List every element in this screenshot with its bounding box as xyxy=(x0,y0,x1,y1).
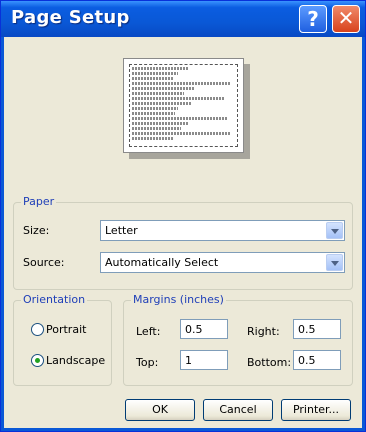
printer-button[interactable]: Printer... xyxy=(281,399,351,421)
page-setup-dialog: Page Setup ? ✕ Paper Size: Letter Source… xyxy=(0,0,366,432)
help-button[interactable]: ? xyxy=(299,5,327,33)
source-select-value: Automatically Select xyxy=(105,256,219,269)
size-select[interactable]: Letter xyxy=(100,220,345,241)
orientation-group-label: Orientation xyxy=(21,293,88,306)
paper-group: Paper Size: Letter Source: Automatically… xyxy=(13,195,353,290)
source-select[interactable]: Automatically Select xyxy=(100,252,345,273)
paper-group-label: Paper xyxy=(21,195,57,208)
margins-group: Margins (inches) Left: 0.5 Right: 0.5 To… xyxy=(123,293,353,386)
portrait-label[interactable]: Portrait xyxy=(46,323,86,336)
right-margin-input[interactable]: 0.5 xyxy=(293,319,341,339)
bottom-margin-label: Bottom: xyxy=(247,356,292,369)
right-margin-label: Right: xyxy=(247,325,280,338)
preview-margin-outline xyxy=(129,64,238,147)
orientation-group: Orientation Portrait Landscape xyxy=(13,293,112,386)
bottom-margin-input[interactable]: 0.5 xyxy=(293,350,341,370)
cancel-button[interactable]: Cancel xyxy=(203,399,273,421)
page-preview xyxy=(123,58,244,153)
size-select-value: Letter xyxy=(105,224,138,237)
close-button[interactable]: ✕ xyxy=(332,5,360,33)
landscape-label[interactable]: Landscape xyxy=(46,354,105,367)
margins-group-label: Margins (inches) xyxy=(131,293,226,306)
portrait-radio[interactable] xyxy=(31,323,44,336)
dialog-title: Page Setup xyxy=(11,7,130,28)
ok-button[interactable]: OK xyxy=(125,399,195,421)
top-margin-label: Top: xyxy=(136,356,159,369)
chevron-down-icon[interactable] xyxy=(326,254,343,271)
preview-sample-text xyxy=(132,67,235,149)
chevron-down-icon[interactable] xyxy=(326,222,343,239)
radio-selected-dot xyxy=(35,358,40,363)
left-margin-label: Left: xyxy=(136,325,161,338)
top-margin-input[interactable]: 1 xyxy=(180,350,228,370)
source-label: Source: xyxy=(23,256,65,269)
dialog-body: Paper Size: Letter Source: Automatically… xyxy=(4,37,362,428)
question-mark-icon: ? xyxy=(307,7,319,31)
landscape-radio[interactable] xyxy=(31,354,44,367)
size-label: Size: xyxy=(23,224,50,237)
left-margin-input[interactable]: 0.5 xyxy=(180,319,228,339)
title-bar[interactable]: Page Setup ? ✕ xyxy=(1,1,365,37)
close-icon: ✕ xyxy=(337,6,355,30)
